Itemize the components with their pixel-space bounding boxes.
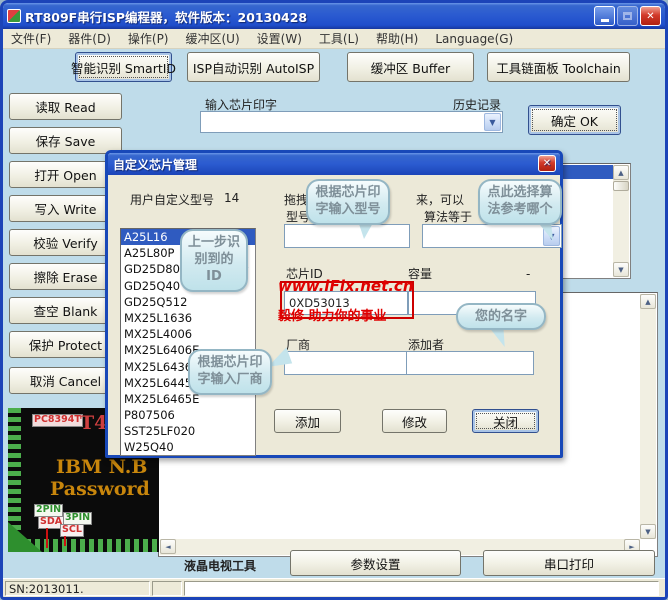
chip-list-item[interactable]: MX25L1636 [121,310,255,326]
dialog-title-bar: 自定义芯片管理 ✕ [108,153,560,175]
operation-button[interactable]: 读取 Read [9,93,122,120]
callout-model-hint: 根据芯片印字输入型号 [306,179,390,225]
chip-list-item[interactable]: MX25L4006 [121,326,255,342]
dialog-close-action-button[interactable]: 关闭 [472,409,539,433]
close-button[interactable]: ✕ [640,6,661,26]
scl-pointer-line [64,536,66,546]
log-vscrollbar[interactable]: ▲ ▼ [640,294,656,539]
status-bar: SN:2013011. [3,578,665,597]
status-segment [152,581,182,596]
callout-algorithm-hint: 点此选择算法参考哪个 [478,179,562,225]
menu-item[interactable]: 缓冲区(U) [186,30,240,47]
chip-list-item[interactable]: SST25LF020 [121,423,255,439]
title-bar: RT809F串行ISP编程器，软件版本：20130428 ✕ [3,3,665,29]
callout-id-hint: 上一步识别到的ID [180,229,248,292]
app-window: RT809F串行ISP编程器，软件版本：20130428 ✕ 文件(F) 器件(D… [0,0,668,600]
autoisp-button[interactable]: ISP自动识别 AutoISP [187,52,320,82]
chip-marking-combobox[interactable]: ▼ [200,111,503,133]
pin2-label: 2PIN [34,504,63,517]
sda-pointer-line [46,528,48,548]
algorithm-label: 算法等于 [424,208,472,225]
maximize-button[interactable] [617,6,638,26]
dialog-title: 自定义芯片管理 [113,156,197,173]
menu-bar: 文件(F) 器件(D) 操作(P) 缓冲区(U) 设置(W) 工具(L) 帮助(H) Lang… [3,29,665,49]
menu-item[interactable]: 文件(F) [11,30,51,47]
dialog-close-button[interactable]: ✕ [538,155,556,172]
menu-item[interactable]: 操作(P) [128,30,169,47]
app-icon [7,9,21,23]
chevron-down-icon[interactable]: ▼ [484,113,501,131]
chip-badge-label: PC8394T [32,414,83,427]
scroll-thumb[interactable] [613,181,629,191]
dialog-body: 用户自定义型号 14 拖拽其 来，可以 A25L16A25L80PGD25D80… [108,175,560,455]
scroll-left-icon[interactable]: ◄ [160,539,176,554]
adder-input[interactable] [406,351,534,375]
callout-vendor-hint: 根据芯片印字输入厂商 [188,349,272,395]
buffer-button[interactable]: 缓冲区 Buffer [347,52,474,82]
modify-button[interactable]: 修改 [382,409,447,433]
smartid-button[interactable]: 智能识别 SmartID [75,52,172,82]
add-button[interactable]: 添加 [274,409,341,433]
chip-id-label: 芯片ID [286,265,323,282]
chip-list-item[interactable]: P807506 [121,407,255,423]
param-settings-button[interactable]: 参数设置 [290,550,461,576]
custom-chip-dialog: 自定义芯片管理 ✕ 用户自定义型号 14 拖拽其 来，可以 A25L16A25L… [105,150,563,458]
toolchain-button[interactable]: 工具链面板 Toolchain [487,52,630,82]
status-message-field [184,581,659,596]
close-icon: ✕ [646,11,654,22]
ok-button[interactable]: 确定 OK [528,105,621,135]
model-input[interactable] [284,224,410,248]
custom-count-label: 用户自定义型号 [130,191,214,208]
capacity-label: 容量 [408,265,432,282]
serial-print-button[interactable]: 串口打印 [483,550,655,576]
minimize-icon [601,19,609,22]
window-title: RT809F串行ISP编程器，软件版本：20130428 [25,7,592,26]
chip-id-input[interactable] [284,291,408,315]
drag-hint-fragment-right: 来，可以 [416,191,464,208]
close-icon: ✕ [543,158,551,169]
menu-item[interactable]: 工具(L) [319,30,359,47]
pin3-label: 3PIN [63,512,92,525]
pcb-corner [8,522,42,552]
minimize-button[interactable] [594,6,615,26]
scroll-up-icon[interactable]: ▲ [640,294,656,309]
lcd-tools-label: 液晶电视工具 [184,557,256,574]
capacity-dash: - [526,267,530,281]
scl-label: SCL [60,524,84,537]
menu-item[interactable]: 器件(D) [68,30,111,47]
chip-list-item[interactable]: GD25Q512 [121,294,255,310]
scroll-down-icon[interactable]: ▼ [613,262,629,277]
menu-item[interactable]: 帮助(H) [376,30,418,47]
callout-name-hint: 您的名字 [456,303,546,330]
vendor-input[interactable] [284,351,410,375]
menu-item[interactable]: Language(G) [435,32,513,46]
menu-item[interactable]: 设置(W) [257,30,302,47]
chip-text-line1: IBM N.B [56,456,147,478]
candidate-scrollbar[interactable]: ▲ ▼ [613,165,629,277]
chip-text-line2: Password [50,478,150,500]
maximize-icon [623,12,632,20]
operation-button[interactable]: 保存 Save [9,127,122,154]
chip-list-item[interactable]: W25Q40 [121,439,255,455]
serial-number-field: SN:2013011. [5,581,150,596]
scroll-up-icon[interactable]: ▲ [613,165,629,180]
scroll-down-icon[interactable]: ▼ [640,524,656,539]
custom-count-value: 14 [224,191,239,205]
